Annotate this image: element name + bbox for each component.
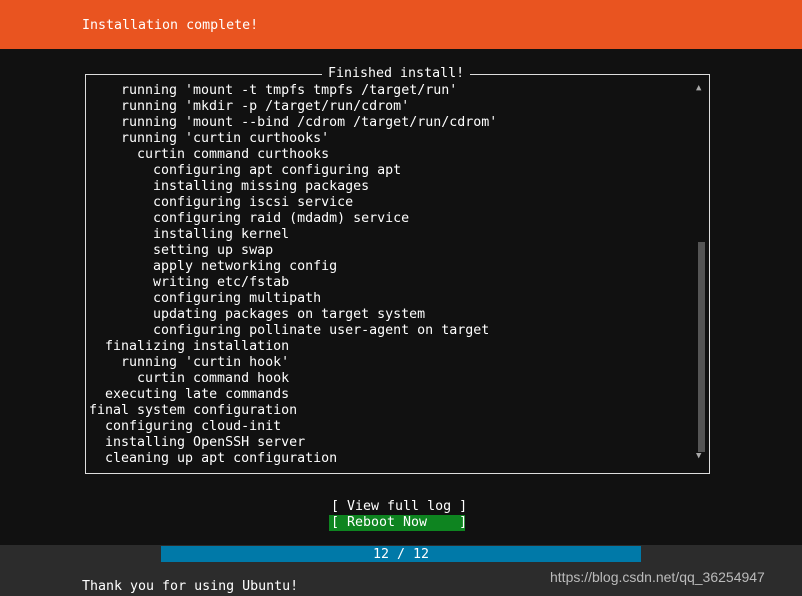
thanks-message: Thank you for using Ubuntu! bbox=[82, 579, 299, 594]
log-lines: running 'mount -t tmpfs tmpfs /target/ru… bbox=[89, 83, 497, 467]
footer: 12 / 12 Thank you for using Ubuntu! http… bbox=[0, 545, 802, 596]
log-line: updating packages on target system bbox=[153, 307, 426, 322]
scroll-up-icon[interactable]: ▲ bbox=[696, 83, 701, 93]
log-line: apply networking config bbox=[153, 259, 338, 274]
log-line: final system configuration bbox=[89, 403, 298, 418]
scrollbar-thumb[interactable] bbox=[698, 242, 705, 452]
log-line: setting up swap bbox=[153, 243, 274, 258]
page-title: Installation complete! bbox=[82, 18, 259, 33]
reboot-now-button[interactable]: [ Reboot Now ] bbox=[329, 515, 467, 531]
log-line: configuring iscsi service bbox=[153, 195, 354, 210]
log-line: installing kernel bbox=[153, 227, 290, 242]
log-line: installing missing packages bbox=[153, 179, 370, 194]
log-box: Finished install! running 'mount -t tmpf… bbox=[85, 66, 710, 474]
log-line: configuring pollinate user-agent on targ… bbox=[153, 323, 490, 338]
log-line: running 'mount --bind /cdrom /target/run… bbox=[121, 115, 498, 130]
log-line: finalizing installation bbox=[105, 339, 290, 354]
header-bar: Installation complete! bbox=[0, 0, 802, 49]
log-box-title: Finished install! bbox=[322, 66, 471, 82]
view-full-log-button[interactable]: [ View full log ] bbox=[329, 499, 467, 515]
log-line: configuring raid (mdadm) service bbox=[153, 211, 410, 226]
log-line: running 'mkdir -p /target/run/cdrom' bbox=[121, 99, 410, 114]
log-line: configuring cloud-init bbox=[105, 419, 282, 434]
log-line: configuring apt configuring apt bbox=[153, 163, 402, 178]
watermark: https://blog.csdn.net/qq_36254947 bbox=[550, 569, 765, 585]
progress-bar: 12 / 12 bbox=[161, 546, 641, 562]
log-line: curtin command curthooks bbox=[137, 147, 330, 162]
log-line: writing etc/fstab bbox=[153, 275, 290, 290]
log-line: curtin command hook bbox=[137, 371, 290, 386]
log-line: configuring multipath bbox=[153, 291, 322, 306]
log-line: executing late commands bbox=[105, 387, 290, 402]
log-line: running 'curtin curthooks' bbox=[121, 131, 330, 146]
log-line: running 'curtin hook' bbox=[121, 355, 290, 370]
log-line: running 'mount -t tmpfs tmpfs /target/ru… bbox=[121, 83, 458, 98]
scroll-down-icon[interactable]: ▼ bbox=[696, 451, 701, 461]
log-line: cleaning up apt configuration bbox=[105, 451, 338, 466]
log-line: installing OpenSSH server bbox=[105, 435, 306, 450]
